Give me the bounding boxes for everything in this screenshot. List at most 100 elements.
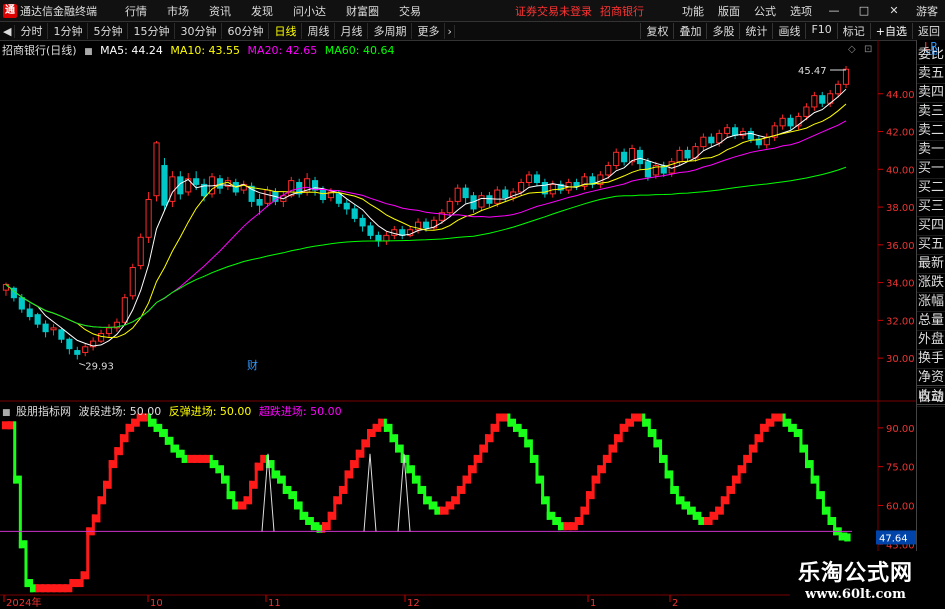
ind-connector — [760, 423, 764, 443]
axes: 44.00 42.00 40.00 38.00 36.00 34.00 32.00 30.00… — [3, 44, 917, 609]
indicator-name: 股朋指标网 — [16, 405, 72, 418]
tool-duogu[interactable]: 多股 — [706, 23, 739, 39]
ind-connector — [119, 434, 123, 456]
entry-signal-marker — [363, 453, 377, 532]
ind-connector — [529, 439, 533, 463]
period-15min[interactable]: 15分钟 — [128, 23, 176, 39]
guest-label[interactable]: 游客 — [916, 3, 938, 19]
candle-down — [256, 199, 263, 206]
ind-connector — [440, 506, 444, 515]
back-arrow-icon[interactable]: ◀ — [0, 24, 16, 38]
ind-connector — [574, 516, 578, 531]
candle-down — [422, 221, 430, 229]
candle-down — [732, 127, 739, 136]
tool-f10[interactable]: F10 — [805, 23, 836, 39]
tool-diejia[interactable]: 叠加 — [673, 23, 706, 39]
period-monthly[interactable]: 月线 — [335, 23, 369, 39]
minimize-icon[interactable]: — — [826, 4, 842, 17]
ind-connector — [260, 454, 264, 471]
indicator-toggle-icon[interactable]: ■ — [2, 408, 11, 418]
ind-connector — [288, 485, 292, 500]
side-item-11: 最新 — [917, 255, 945, 274]
tool-biaoji[interactable]: 标记 — [836, 23, 870, 39]
ma5-label: MA5: 44.24 — [100, 44, 163, 57]
candle-down — [621, 151, 628, 163]
ind-connector — [35, 584, 39, 593]
menu-item-shichang[interactable]: 市场 — [167, 3, 189, 19]
candle-up — [518, 182, 525, 193]
login-notice[interactable]: 证券交易未登录 — [515, 3, 592, 19]
maximize-icon[interactable]: □ — [856, 4, 872, 17]
tool-back[interactable]: 返回 — [912, 23, 945, 39]
auto-button[interactable]: 自动 — [917, 385, 945, 405]
ind-bar — [2, 421, 9, 430]
ma60-line — [5, 166, 847, 328]
event-marker: 财 — [247, 358, 258, 372]
ind-connector — [664, 454, 668, 479]
menu-item-gongneng[interactable]: 功能 — [682, 3, 704, 19]
candle-up — [811, 95, 818, 108]
tool-huaxian[interactable]: 画线 — [772, 23, 805, 39]
period-more[interactable]: 更多 — [412, 23, 446, 39]
period-multi[interactable]: 多周期 — [368, 23, 413, 39]
candle-down — [351, 208, 358, 219]
menu-item-gongshi[interactable]: 公式 — [754, 3, 776, 19]
ind-connector — [131, 418, 135, 432]
ind-connector — [63, 584, 67, 593]
stock-name-notice[interactable]: 招商银行 — [600, 3, 644, 19]
period-weekly[interactable]: 周线 — [302, 23, 336, 39]
quote-side-panel: LR 300 委比 卖五 卖四 卖三 卖二 卖一 买一 买二 买三 买四 买五 最新 涨跌 涨幅 总量 外盘换… — [916, 40, 945, 609]
tool-tongji[interactable]: 统计 — [739, 23, 772, 39]
ind-connector — [692, 506, 696, 520]
legend-toggle-icon[interactable]: ■ — [84, 47, 93, 57]
menu-item-hangqing[interactable]: 行情 — [125, 3, 147, 19]
stock-title: 招商银行(日线) — [2, 44, 77, 57]
ind-connector — [395, 434, 399, 453]
candle-up — [50, 327, 57, 331]
menu-item-caifuquan[interactable]: 财富圈 — [346, 3, 379, 19]
ind-connector — [361, 439, 365, 458]
indicator-l2: 反弹进场: 50.00 — [168, 405, 252, 418]
candle-up — [264, 189, 271, 204]
side-item-9: 买四 — [917, 217, 945, 236]
ind-connector — [771, 413, 775, 427]
app-title: 通达信金融终端 — [20, 4, 97, 18]
side-item-13: 涨幅 — [917, 293, 945, 312]
ind-connector — [456, 485, 460, 505]
candle-up — [613, 151, 620, 167]
menu-item-jiaoyi[interactable]: 交易 — [399, 3, 421, 19]
period-daily[interactable]: 日线 — [269, 23, 303, 39]
side-item-0: 委比 — [917, 46, 945, 65]
candle-up — [716, 132, 723, 144]
menu-item-faxian[interactable]: 发现 — [251, 3, 273, 19]
menubar-right: 功能 版面 公式 选项 — □ ✕ 游客 — [675, 0, 945, 21]
ma60-label: MA60: 40.64 — [324, 44, 395, 57]
candle-down — [502, 189, 509, 199]
more-chevron-icon[interactable]: › — [445, 24, 455, 38]
indicator-l3: 超跌进场: 50.00 — [258, 405, 342, 418]
period-1min[interactable]: 1分钟 — [48, 23, 89, 39]
candle-up — [724, 127, 731, 134]
period-fenshi[interactable]: 分时 — [15, 23, 49, 39]
ind-connector — [625, 418, 629, 432]
ind-connector — [209, 454, 213, 469]
menu-item-banmian[interactable]: 版面 — [718, 3, 740, 19]
close-icon[interactable]: ✕ — [886, 4, 902, 17]
period-30min[interactable]: 30分钟 — [175, 23, 223, 39]
side-item-10: 买五 — [917, 236, 945, 255]
ind-connector — [176, 444, 180, 458]
menu-item-zixun[interactable]: 资讯 — [209, 3, 231, 19]
tool-add-watchlist[interactable]: +自选 — [869, 23, 912, 39]
ind-connector — [333, 496, 337, 520]
ind-connector — [765, 418, 769, 432]
period-60min[interactable]: 60分钟 — [222, 23, 270, 39]
ma5-line — [5, 88, 847, 347]
candle-up — [454, 187, 461, 202]
period-5min[interactable]: 5分钟 — [88, 23, 129, 39]
tool-fuquan[interactable]: 复权 — [640, 23, 673, 39]
kline-chart[interactable]: 45.47 29.93 财 44.00 42.00 40.00 38.00 36.00 34.… — [0, 40, 917, 609]
ind-connector — [69, 579, 73, 593]
ind-connector — [782, 413, 786, 427]
menu-item-wenxiaoda[interactable]: 问小达 — [293, 3, 326, 19]
menu-item-xuanxiang[interactable]: 选项 — [790, 3, 812, 19]
